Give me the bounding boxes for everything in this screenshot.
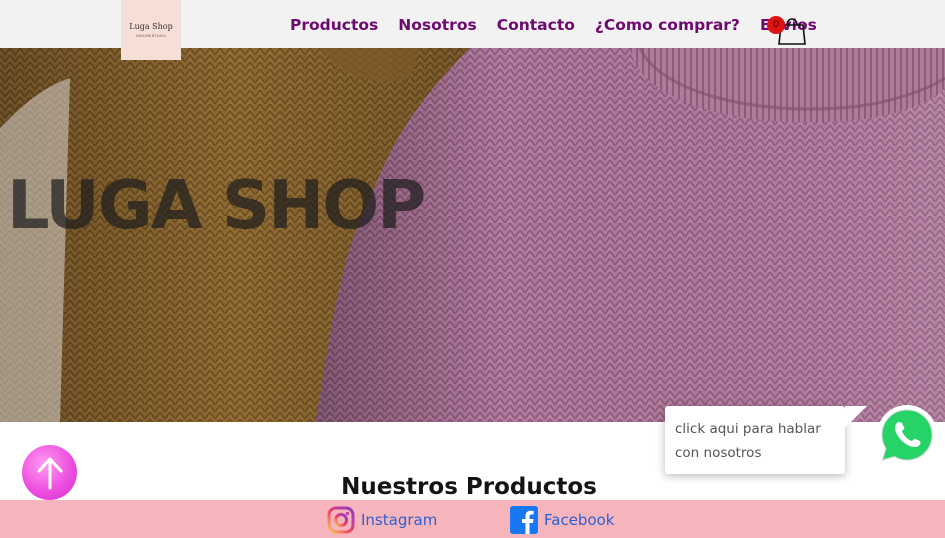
logo-subtitle: INDUMENTARIA <box>135 34 167 38</box>
logo-title: Luga Shop <box>129 22 173 31</box>
cart-button[interactable]: 0 <box>767 14 806 46</box>
nav-contacto[interactable]: Contacto <box>497 16 575 34</box>
nav-productos[interactable]: Productos <box>290 16 378 34</box>
facebook-label: Facebook <box>544 511 615 529</box>
facebook-icon <box>510 506 538 534</box>
chat-tooltip-line1: click aqui para hablar <box>675 421 821 437</box>
instagram-label: Instagram <box>361 511 438 529</box>
whatsapp-button[interactable] <box>876 404 938 466</box>
chat-tooltip: click aqui para hablar con nosotros <box>665 406 867 474</box>
chat-tooltip-tail <box>845 406 867 428</box>
main-nav: Productos Nosotros Contacto ¿Como compra… <box>290 16 817 34</box>
hero-title: LUGA SHOP <box>7 166 426 244</box>
nav-como-comprar[interactable]: ¿Como comprar? <box>595 16 740 34</box>
cart-count-badge: 0 <box>767 16 785 34</box>
facebook-link[interactable]: Facebook <box>510 506 614 534</box>
scroll-top-button[interactable] <box>22 445 77 500</box>
logo[interactable]: Luga Shop INDUMENTARIA <box>121 0 181 60</box>
page: Productos Nosotros Contacto ¿Como compra… <box>0 0 945 538</box>
footer-bar: Instagram Facebook <box>0 500 945 538</box>
whatsapp-icon <box>877 405 937 465</box>
instagram-icon <box>327 506 355 534</box>
nav-nosotros[interactable]: Nosotros <box>398 16 476 34</box>
arrow-up-icon <box>37 457 62 489</box>
hero-banner: LUGA SHOP <box>0 48 945 422</box>
instagram-link[interactable]: Instagram <box>327 506 437 534</box>
section-title: Nuestros Productos <box>341 474 597 500</box>
chat-tooltip-line2: con nosotros <box>675 445 762 461</box>
